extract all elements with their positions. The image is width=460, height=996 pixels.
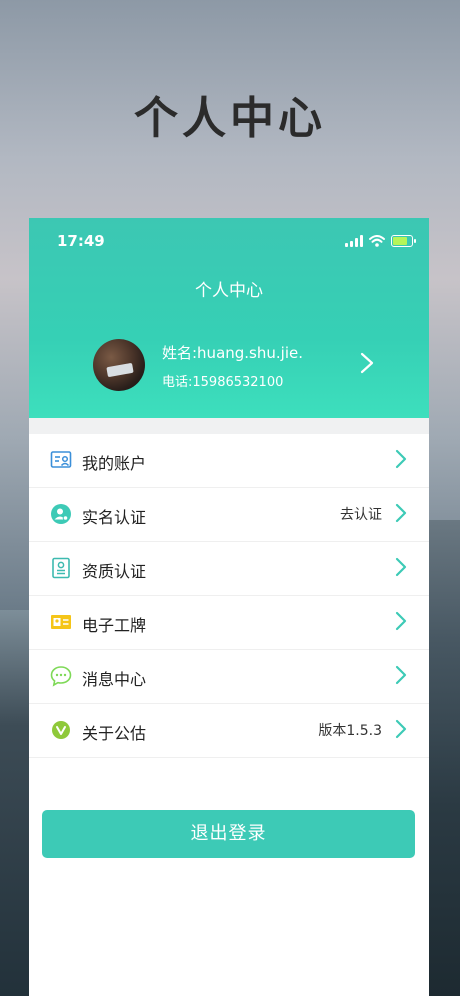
avatar[interactable] xyxy=(93,339,145,391)
v-circle-icon xyxy=(52,721,70,739)
menu-item-label: 我的账户 xyxy=(82,454,147,473)
status-time: 17:49 xyxy=(57,232,105,250)
chevron-right-icon xyxy=(395,449,407,469)
menu-item-value: 去认证 xyxy=(340,507,382,523)
user-name: 姓名:huang.shu.jie. xyxy=(162,344,303,362)
poster-title: 个人中心 xyxy=(134,93,326,144)
menu-item-real-name-verify[interactable]: 实名认证 去认证 xyxy=(29,488,429,542)
background-mountain-right xyxy=(428,520,460,996)
person-verify-icon xyxy=(51,504,71,524)
profile-chevron-right-icon[interactable] xyxy=(359,352,375,374)
chevron-right-icon xyxy=(395,611,407,631)
chevron-right-icon xyxy=(395,665,407,685)
menu-item-label: 资质认证 xyxy=(82,562,147,581)
menu-item-label: 消息中心 xyxy=(82,670,147,689)
badge-card-icon xyxy=(51,615,71,629)
menu-item-label: 实名认证 xyxy=(82,508,147,527)
chevron-right-icon xyxy=(395,557,407,577)
chevron-right-icon xyxy=(395,503,407,523)
header-title: 个人中心 xyxy=(195,281,263,301)
menu-item-label: 关于公估 xyxy=(82,724,147,743)
menu-item-message-center[interactable]: 消息中心 xyxy=(29,650,429,704)
certificate-icon xyxy=(52,557,70,579)
chevron-right-icon xyxy=(395,719,407,739)
menu-item-qualification[interactable]: 资质认证 xyxy=(29,542,429,596)
user-phone: 电话:15986532100 xyxy=(162,375,284,390)
menu-item-about[interactable]: 关于公估 版本1.5.3 xyxy=(29,704,429,758)
background-mountain-left xyxy=(0,610,30,996)
profile-header: 17:49 个人中心 姓名:huang.shu.jie. 电话:15986532… xyxy=(29,218,429,418)
wifi-icon xyxy=(369,235,385,247)
status-icons xyxy=(345,235,416,247)
signal-icon xyxy=(345,235,363,247)
menu-item-my-account[interactable]: 我的账户 xyxy=(29,434,429,488)
logout-button[interactable]: 退出登录 xyxy=(42,810,415,858)
menu-item-e-badge[interactable]: 电子工牌 xyxy=(29,596,429,650)
section-divider xyxy=(29,418,429,434)
account-card-icon xyxy=(50,451,72,468)
menu-item-label: 电子工牌 xyxy=(82,616,147,635)
phone-screen: 17:49 个人中心 姓名:huang.shu.jie. 电话:15986532… xyxy=(29,218,429,996)
menu-item-value: 版本1.5.3 xyxy=(318,723,382,739)
menu-list: 我的账户 实名认证 去认证 资质认证 电子工牌 消息中心 关于公估 版本1.5.… xyxy=(29,434,429,758)
chat-bubble-icon xyxy=(50,666,72,687)
battery-icon xyxy=(391,235,416,247)
